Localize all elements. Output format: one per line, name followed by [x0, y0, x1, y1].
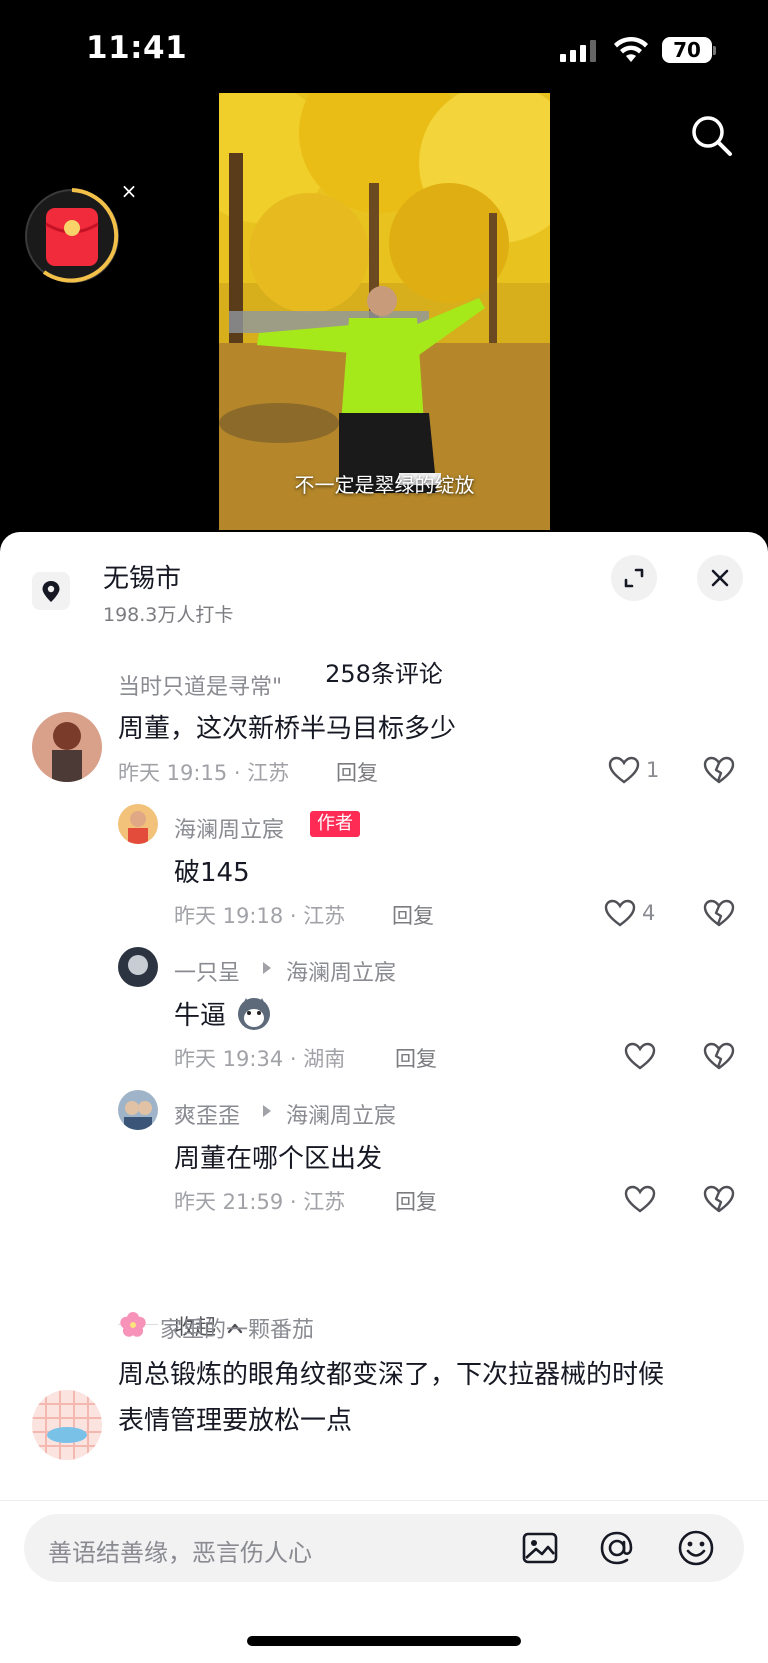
battery-level: 70	[662, 37, 712, 63]
red-envelope-icon[interactable]	[24, 188, 120, 284]
broken-heart-icon[interactable]	[703, 755, 735, 785]
avatar[interactable]	[32, 712, 102, 782]
comment-text: 周总锻炼的眼角纹都变深了，下次拉器械的时候	[118, 1360, 665, 1390]
comment-sheet: 无锡市 198.3万人打卡 258条评论 当时只道是寻常" 周董，这次新桥半马目…	[0, 532, 768, 1663]
heart-icon[interactable]	[624, 1041, 656, 1071]
like-count: 4	[642, 901, 656, 925]
broken-heart-icon[interactable]	[703, 1184, 735, 1214]
reply-button[interactable]: 回复	[392, 900, 434, 930]
comment-username[interactable]: 家里的一颗番茄	[160, 1312, 314, 1344]
search-icon[interactable]	[688, 112, 734, 158]
location-checkins: 198.3万人打卡	[103, 604, 234, 626]
comment-username[interactable]: 一只呈	[174, 955, 240, 987]
comment-username[interactable]: 当时只道是寻常"	[118, 669, 282, 701]
comment-text: 牛逼	[174, 1001, 227, 1031]
username-flower-icon	[120, 1312, 146, 1337]
location-title[interactable]: 无锡市	[103, 558, 181, 595]
comment-meta: 昨天 19:34 · 湖南	[174, 1047, 346, 1071]
reply-button[interactable]: 回复	[395, 1186, 437, 1216]
location-pin-icon	[32, 572, 70, 610]
avatar[interactable]	[118, 1090, 158, 1130]
reply-button[interactable]: 回复	[395, 1043, 437, 1073]
heart-icon[interactable]	[608, 755, 640, 785]
battery-icon: 70	[662, 37, 716, 63]
comment-text: 破145	[174, 858, 250, 888]
heart-icon[interactable]	[624, 1184, 656, 1214]
wifi-icon	[614, 36, 648, 62]
reply-button[interactable]: 回复	[336, 757, 378, 787]
comment-text: 周董在哪个区出发	[174, 1144, 383, 1174]
comment-text-line2: 表情管理要放松一点	[118, 1406, 353, 1436]
status-time: 11:41	[86, 30, 188, 66]
comment-meta: 昨天 19:18 · 江苏	[174, 904, 346, 928]
reply-arrow-icon	[263, 1105, 271, 1117]
avatar[interactable]	[32, 1390, 102, 1460]
video-subtitle: 不一定是翠绿的绽放	[294, 473, 475, 497]
image-icon[interactable]	[520, 1528, 560, 1568]
signal-icon	[560, 40, 596, 62]
comment-text: 周董，这次新桥半马目标多少	[118, 714, 457, 744]
like-count: 1	[646, 758, 660, 782]
comment-meta: 昨天 19:15 · 江苏	[118, 761, 290, 785]
video-frame	[219, 93, 550, 530]
home-indicator[interactable]	[247, 1636, 521, 1646]
reply-to-username[interactable]: 海澜周立宸	[286, 955, 396, 987]
reply-arrow-icon	[263, 962, 271, 974]
comments-count: 258条评论	[325, 660, 443, 688]
comment-username[interactable]: 海澜周立宸	[174, 812, 284, 844]
at-icon[interactable]	[597, 1528, 637, 1568]
broken-heart-icon[interactable]	[703, 898, 735, 928]
emoji-icon[interactable]	[676, 1528, 716, 1568]
reply-to-username[interactable]: 海澜周立宸	[286, 1098, 396, 1130]
video-player[interactable]: 不一定是翠绿的绽放	[219, 93, 550, 530]
comment-meta: 昨天 21:59 · 江苏	[174, 1190, 346, 1214]
husky-emoji-icon	[238, 998, 270, 1030]
heart-icon[interactable]	[604, 898, 636, 928]
comment-input-placeholder[interactable]: 善语结善缘，恶言伤人心	[48, 1533, 312, 1568]
expand-icon[interactable]	[611, 555, 657, 601]
avatar[interactable]	[118, 947, 158, 987]
author-badge: 作者	[310, 811, 360, 837]
comment-username[interactable]: 爽歪歪	[174, 1098, 240, 1130]
screen: 11:41 70 不一定是翠绿的绽放 × 无锡市 198.3万人打卡 258条评…	[0, 0, 768, 1663]
broken-heart-icon[interactable]	[703, 1041, 735, 1071]
avatar[interactable]	[118, 804, 158, 844]
close-red-envelope-icon[interactable]: ×	[118, 180, 140, 202]
close-icon[interactable]	[697, 555, 743, 601]
